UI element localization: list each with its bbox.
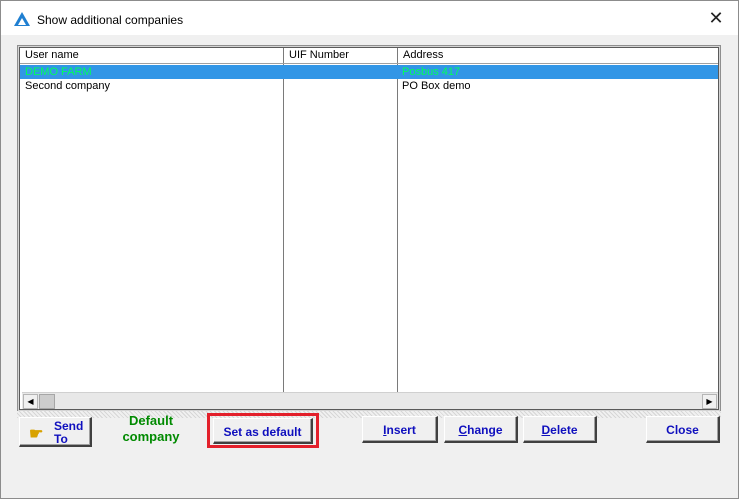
send-to-label: Send To bbox=[54, 419, 84, 446]
companies-grid-frame: User name UIF Number Address DEMO FARM P… bbox=[17, 45, 721, 412]
horizontal-scrollbar[interactable]: ◀ ▶ bbox=[22, 392, 718, 409]
delete-button[interactable]: Delete bbox=[523, 416, 597, 443]
cell-uif-number bbox=[284, 79, 288, 93]
companies-grid[interactable]: User name UIF Number Address DEMO FARM P… bbox=[19, 47, 719, 410]
table-row[interactable]: Second company PO Box demo bbox=[20, 79, 718, 93]
send-to-button[interactable]: ☛ Send To bbox=[19, 417, 92, 447]
dialog-window: Show additional companies ✕ User name UI… bbox=[0, 0, 739, 499]
close-icon[interactable]: ✕ bbox=[708, 9, 724, 27]
scroll-left-icon[interactable]: ◀ bbox=[23, 394, 38, 409]
title-bar: Show additional companies ✕ bbox=[1, 1, 738, 35]
close-button[interactable]: Close bbox=[646, 416, 720, 443]
table-row[interactable]: DEMO FARM Posbus 417 bbox=[20, 65, 718, 79]
cell-user-name: Second company bbox=[25, 80, 110, 92]
column-divider bbox=[283, 64, 284, 392]
column-header-uif-number[interactable]: UIF Number bbox=[284, 48, 398, 63]
set-as-default-button[interactable]: Set as default bbox=[213, 418, 313, 444]
scroll-right-icon[interactable]: ▶ bbox=[702, 394, 717, 409]
cell-address: PO Box demo bbox=[402, 80, 471, 92]
cell-user-name: DEMO FARM bbox=[25, 66, 92, 78]
default-company-label: Default company bbox=[122, 413, 180, 444]
scroll-thumb[interactable] bbox=[39, 394, 55, 409]
app-logo-icon bbox=[14, 12, 30, 26]
window-title: Show additional companies bbox=[37, 13, 184, 27]
pointing-hand-icon: ☛ bbox=[29, 426, 44, 443]
column-header-user-name[interactable]: User name bbox=[20, 48, 284, 63]
cell-uif-number bbox=[284, 65, 288, 79]
cell-address: Posbus 417 bbox=[402, 66, 461, 78]
grid-header: User name UIF Number Address bbox=[20, 48, 718, 64]
insert-button[interactable]: Insert bbox=[362, 416, 438, 443]
change-button[interactable]: Change bbox=[444, 416, 518, 443]
column-divider bbox=[397, 64, 398, 392]
column-header-address[interactable]: Address bbox=[398, 48, 718, 63]
